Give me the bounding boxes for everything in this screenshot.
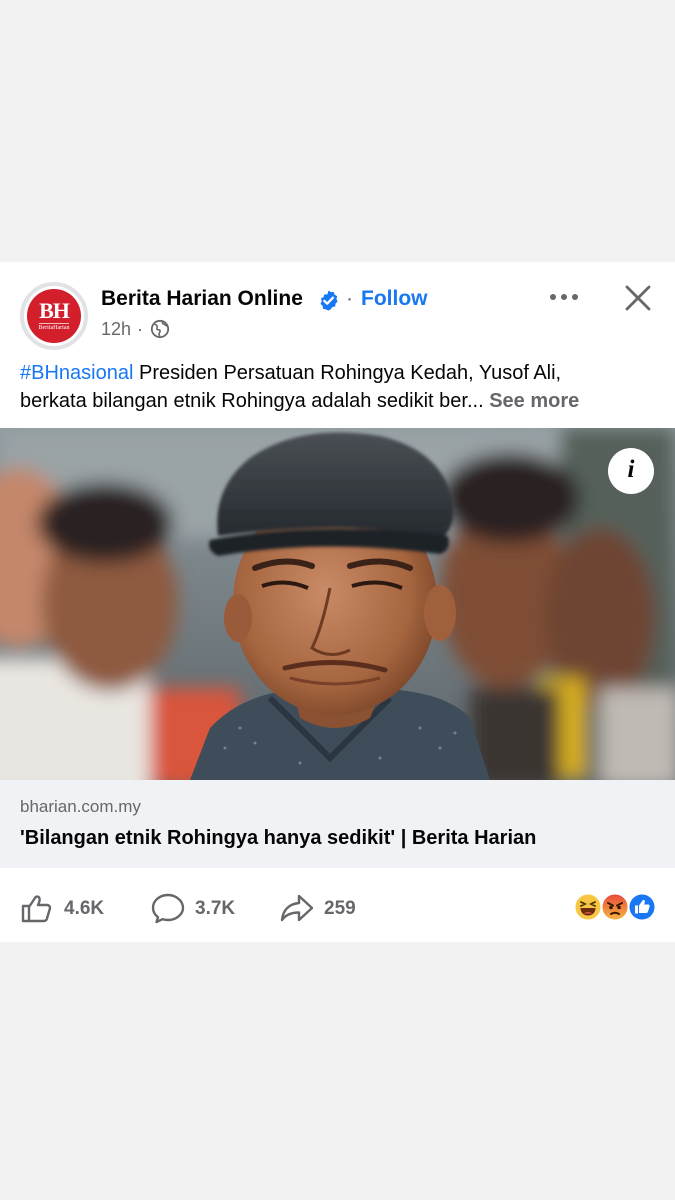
link-domain: bharian.com.my — [20, 797, 141, 816]
see-more-link[interactable]: See more — [489, 390, 579, 412]
post-time[interactable]: 12h — [101, 319, 131, 340]
comment-icon[interactable] — [150, 892, 186, 924]
caption-text-2: berkata bilangan etnik Rohingya adalah s… — [20, 390, 484, 412]
globe-icon — [150, 319, 170, 339]
action-bar: 4.6K 3.7K 259 — [0, 868, 675, 942]
caption-line-2: berkata bilangan etnik Rohingya adalah s… — [20, 387, 660, 415]
logo-mark: BH — [39, 298, 70, 323]
hashtag-link[interactable]: #BHnasional — [20, 362, 133, 384]
like-count[interactable]: 4.6K — [64, 898, 104, 920]
post-card: BH BeritaHarian Berita Harian Online · F… — [0, 262, 675, 942]
comment-count[interactable]: 3.7K — [195, 898, 235, 920]
share-count[interactable]: 259 — [324, 898, 356, 920]
bh-logo: BH BeritaHarian — [27, 289, 81, 343]
post-photo[interactable] — [0, 428, 675, 780]
photo-illustration — [0, 428, 675, 780]
more-options-icon[interactable] — [549, 290, 579, 304]
name-separator: · — [346, 287, 353, 310]
post-caption: #BHnasional Presiden Persatuan Rohingya … — [20, 359, 660, 415]
follow-button[interactable]: Follow — [361, 287, 428, 311]
close-icon[interactable] — [624, 284, 652, 312]
angry-reaction-icon[interactable] — [600, 892, 630, 922]
page-name[interactable]: Berita Harian Online — [101, 287, 303, 311]
caption-text-1: Presiden Persatuan Rohingya Kedah, Yusof… — [133, 362, 562, 384]
haha-reaction-icon[interactable] — [573, 892, 603, 922]
link-title: 'Bilangan etnik Rohingya hanya sedikit' … — [20, 827, 537, 849]
logo-subtitle: BeritaHarian — [38, 323, 70, 331]
info-icon: i — [627, 456, 635, 483]
info-button[interactable]: i — [608, 448, 654, 494]
time-separator: · — [137, 319, 143, 339]
verified-badge-icon — [320, 290, 338, 311]
caption-line-1: #BHnasional Presiden Persatuan Rohingya … — [20, 359, 660, 387]
share-icon[interactable] — [279, 892, 315, 924]
page-avatar[interactable]: BH BeritaHarian — [20, 282, 88, 350]
like-reaction-icon[interactable] — [627, 892, 657, 922]
link-preview[interactable]: bharian.com.my 'Bilangan etnik Rohingya … — [0, 780, 675, 868]
like-icon[interactable] — [20, 892, 56, 924]
